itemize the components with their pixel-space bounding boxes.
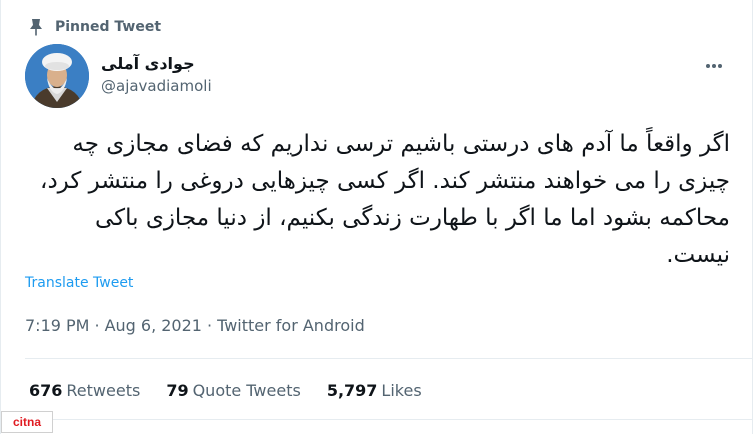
watermark-logo: citna [1,411,53,433]
avatar-portrait-icon [25,44,89,108]
more-horizontal-icon [706,64,722,68]
translate-tweet-link[interactable]: Translate Tweet [25,275,133,291]
retweets-count: 676 [29,381,63,400]
quote-tweets-stat[interactable]: 79 Quote Tweets [166,381,301,400]
author-names: جوادی آملی @ajavadiamoli [101,54,212,95]
author-handle[interactable]: @ajavadiamoli [101,77,212,95]
retweets-label: Retweets [66,381,141,400]
quote-tweets-count: 79 [166,381,189,400]
pin-icon [30,19,42,36]
likes-label: Likes [381,381,422,400]
tweet-time[interactable]: 7:19 PM [25,316,89,335]
quote-tweets-label: Quote Tweets [192,381,301,400]
pinned-tweet-label: Pinned Tweet [55,19,162,35]
tweet-date[interactable]: Aug 6, 2021 [105,316,202,335]
tweet-card: Pinned Tweet جوادی آملی @ajavadiamoli اگ… [0,0,753,434]
author-display-name[interactable]: جوادی آملی [101,54,212,73]
tweet-text: اگر واقعاً ما آدم های درستی باشیم ترسی ن… [40,131,730,268]
tweet-author: جوادی آملی @ajavadiamoli [25,44,732,110]
more-options-button[interactable] [702,54,726,78]
likes-count: 5,797 [326,381,378,400]
tweet-stats: 676 Retweets 79 Quote Tweets 5,797 Likes [29,381,422,400]
retweets-stat[interactable]: 676 Retweets [29,381,140,400]
pinned-tweet-indicator: Pinned Tweet [29,16,161,38]
meta-separator: · [206,316,213,335]
likes-stat[interactable]: 5,797 Likes [327,381,422,400]
meta-separator: · [94,316,100,335]
tweet-metadata: 7:19 PM · Aug 6, 2021 · Twitter for Andr… [25,316,365,335]
divider [25,419,752,420]
tweet-source[interactable]: Twitter for Android [217,316,365,335]
avatar[interactable] [25,44,89,108]
divider [25,358,752,359]
